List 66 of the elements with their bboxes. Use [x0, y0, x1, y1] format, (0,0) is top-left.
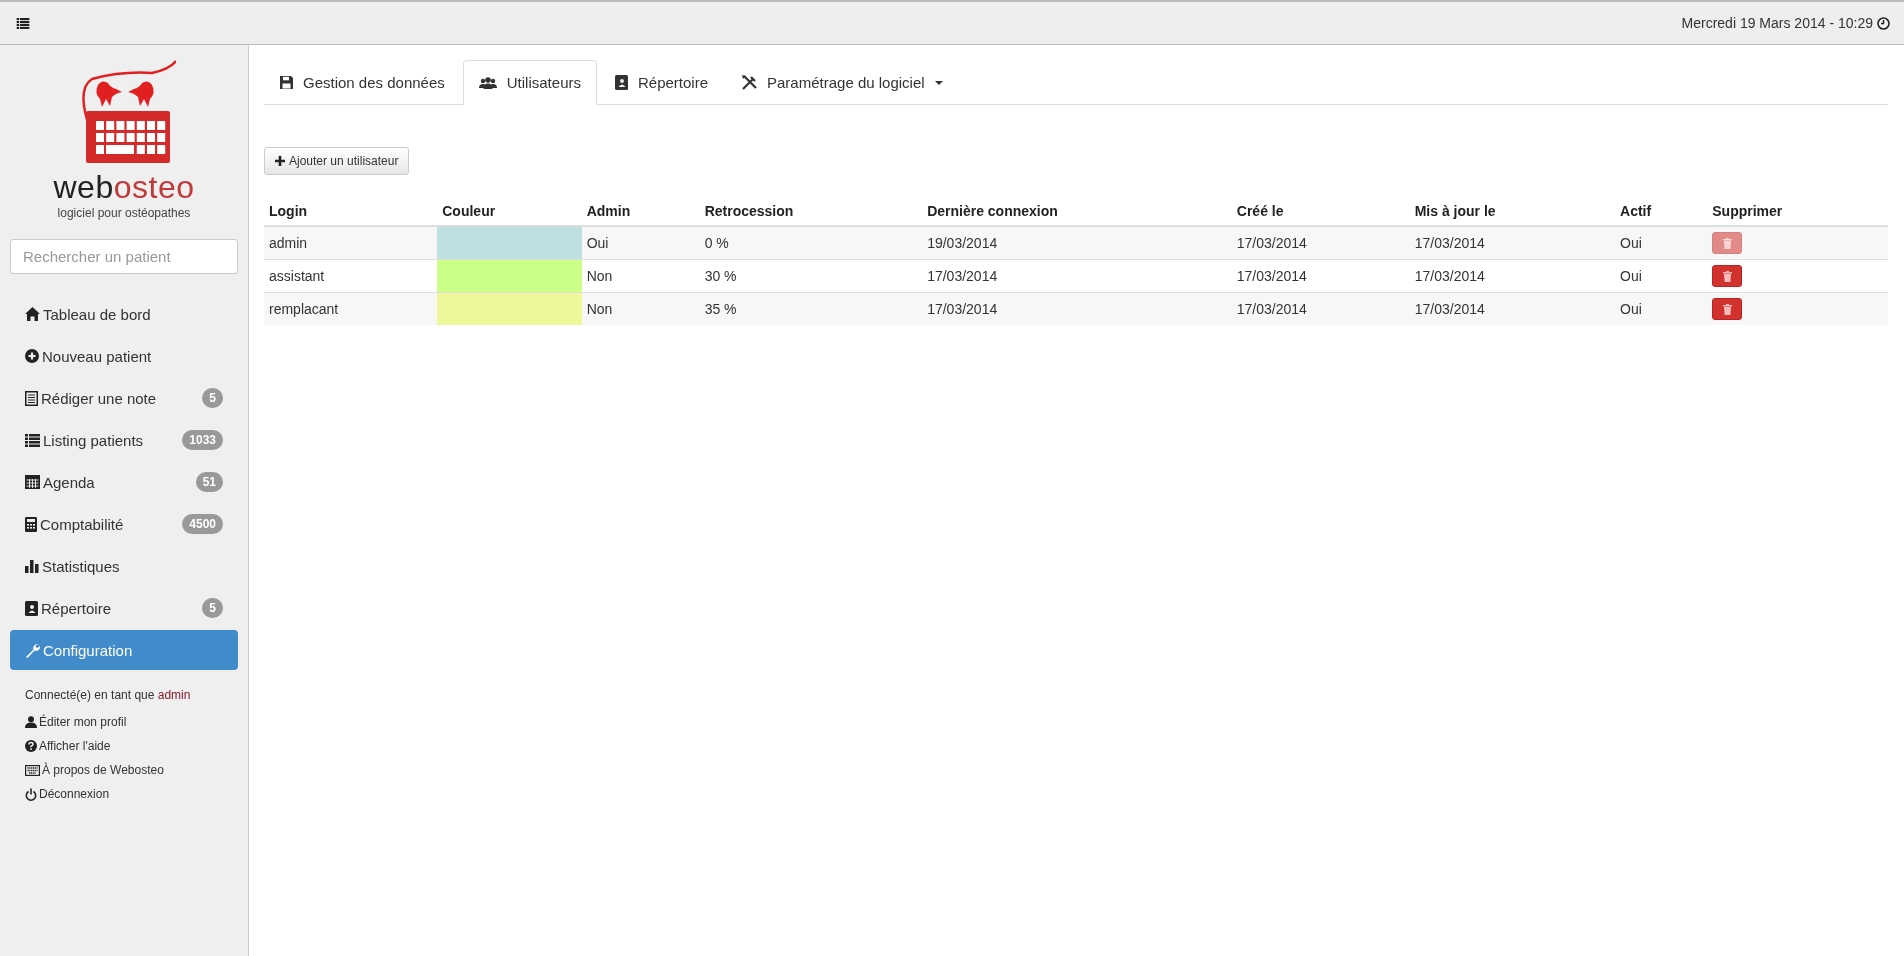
table-cell: Oui — [581, 226, 700, 260]
nav-item[interactable]: Tableau de bord — [10, 294, 238, 334]
keyboard-icon — [25, 764, 40, 776]
menu-icon[interactable] — [16, 17, 30, 29]
table-cell: 17/03/2014 — [1409, 292, 1616, 325]
table-cell: 0 % — [699, 226, 923, 260]
tab[interactable]: Paramétrage du logiciel — [726, 60, 959, 105]
table-cell: 17/03/2014 — [1409, 226, 1616, 260]
user-icon — [25, 716, 37, 728]
account-link[interactable]: Déconnexion — [25, 782, 238, 806]
delete-button[interactable] — [1712, 298, 1743, 320]
add-user-button[interactable]: Ajouter un utilisateur — [264, 147, 410, 175]
nav-item[interactable]: Nouveau patient — [10, 336, 238, 376]
tools-icon — [742, 75, 757, 90]
plus-icon — [275, 156, 285, 166]
table-cell: 17/03/2014 — [922, 292, 1232, 325]
delete-button[interactable] — [1712, 265, 1743, 287]
users-icon — [478, 76, 497, 89]
brand-name: webosteo — [53, 171, 195, 203]
nav-item[interactable]: Configuration — [10, 630, 238, 670]
nav-item[interactable]: Rédiger une note 5 — [10, 378, 238, 418]
contact-book-icon — [614, 75, 628, 90]
search-field[interactable]: Rechercher un patient — [10, 239, 238, 274]
brand-tagline: logiciel pour ostéopathes — [57, 206, 191, 220]
bar-chart-icon — [25, 559, 39, 573]
trash-icon — [1722, 303, 1732, 315]
tab[interactable]: Utilisateurs — [462, 60, 597, 105]
count-badge: 5 — [202, 598, 223, 618]
date-time: Mercredi 19 Mars 2014 - 10:29 — [1681, 15, 1873, 31]
contact-book-icon — [25, 600, 38, 616]
nav-item[interactable]: Agenda 51 — [10, 462, 238, 502]
count-badge: 1033 — [182, 430, 223, 450]
nav-item[interactable]: Répertoire 5 — [10, 588, 238, 628]
table-cell: 17/03/2014 — [1231, 292, 1410, 325]
table-cell: Oui — [1615, 226, 1708, 260]
count-badge: 5 — [202, 388, 223, 408]
table-cell: Non — [581, 292, 700, 325]
table-cell: remplacant — [264, 292, 438, 325]
table-cell: 19/03/2014 — [922, 226, 1232, 260]
table-cell: 17/03/2014 — [1231, 226, 1410, 260]
tab[interactable]: Gestion des données — [264, 60, 461, 105]
power-icon — [25, 787, 37, 801]
list-icon — [25, 433, 40, 447]
count-badge: 4500 — [182, 514, 223, 534]
nav-item[interactable]: Comptabilité 4500 — [10, 504, 238, 544]
account-link[interactable]: Éditer mon profil — [25, 710, 238, 734]
account-link[interactable]: À propos de Webosteo — [25, 758, 238, 782]
table-cell: admin — [264, 226, 438, 260]
tab[interactable]: Répertoire — [598, 60, 724, 105]
calendar-icon — [25, 475, 40, 489]
trash-icon — [1722, 270, 1732, 282]
table-cell: Oui — [1615, 292, 1708, 325]
note-icon — [25, 390, 38, 406]
home-icon — [25, 307, 40, 321]
calculator-icon — [25, 516, 37, 532]
nav-item[interactable]: Statistiques — [10, 546, 238, 586]
wrench-icon — [25, 642, 40, 658]
clock-icon — [1877, 16, 1890, 30]
table-cell: 35 % — [699, 292, 923, 325]
logged-in-text: Connecté(e) en tant que admin — [25, 688, 192, 702]
nav-item[interactable]: Listing patients 1033 — [10, 420, 238, 460]
help-icon — [25, 740, 37, 752]
trash-icon — [1722, 237, 1732, 249]
account-link[interactable]: Afficher l'aide — [25, 734, 238, 758]
plus-circle-icon — [25, 349, 39, 363]
count-badge: 51 — [195, 472, 223, 492]
